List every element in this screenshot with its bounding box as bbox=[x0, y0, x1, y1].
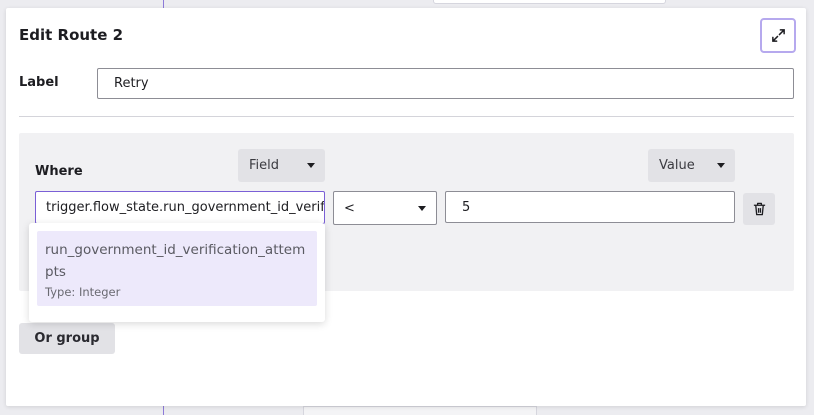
chevron-down-icon bbox=[418, 205, 426, 211]
where-heading: Where bbox=[35, 164, 83, 179]
divider bbox=[19, 116, 794, 117]
field-type-label: Field bbox=[249, 158, 280, 173]
label-input[interactable] bbox=[97, 68, 794, 99]
suggestion-name: run_government_id_verification_attempts bbox=[45, 242, 306, 280]
chevron-down-icon bbox=[717, 163, 725, 168]
label-field-label: Label bbox=[19, 75, 59, 90]
expand-button[interactable] bbox=[760, 18, 796, 53]
canvas-node bbox=[433, 0, 666, 4]
operator-select[interactable]: < bbox=[333, 191, 437, 225]
trash-icon bbox=[753, 202, 765, 216]
expand-icon bbox=[771, 29, 785, 42]
canvas-connector-line bbox=[163, 405, 164, 415]
field-path-input[interactable]: trigger.flow_state.run_government_id_ver… bbox=[35, 191, 325, 224]
or-group-button[interactable]: Or group bbox=[19, 323, 115, 354]
suggestion-type: Type: Integer bbox=[45, 285, 121, 299]
canvas-node bbox=[303, 406, 537, 415]
condition-value-input[interactable] bbox=[445, 191, 735, 223]
field-type-dropdown[interactable]: Field bbox=[238, 149, 325, 182]
suggestion-item[interactable]: run_government_id_verification_attempts … bbox=[37, 231, 317, 306]
field-suggestion-dropdown: run_government_id_verification_attempts … bbox=[29, 223, 325, 322]
edit-route-modal: Edit Route 2 Label Where Field Value tri… bbox=[6, 8, 806, 406]
value-type-dropdown[interactable]: Value bbox=[648, 149, 735, 182]
value-type-label: Value bbox=[659, 158, 695, 173]
delete-condition-button[interactable] bbox=[743, 193, 775, 225]
chevron-down-icon bbox=[307, 163, 315, 168]
modal-title: Edit Route 2 bbox=[19, 26, 124, 44]
field-path-text: trigger.flow_state.run_government_id_ver… bbox=[46, 200, 325, 215]
operator-value: < bbox=[344, 200, 355, 216]
